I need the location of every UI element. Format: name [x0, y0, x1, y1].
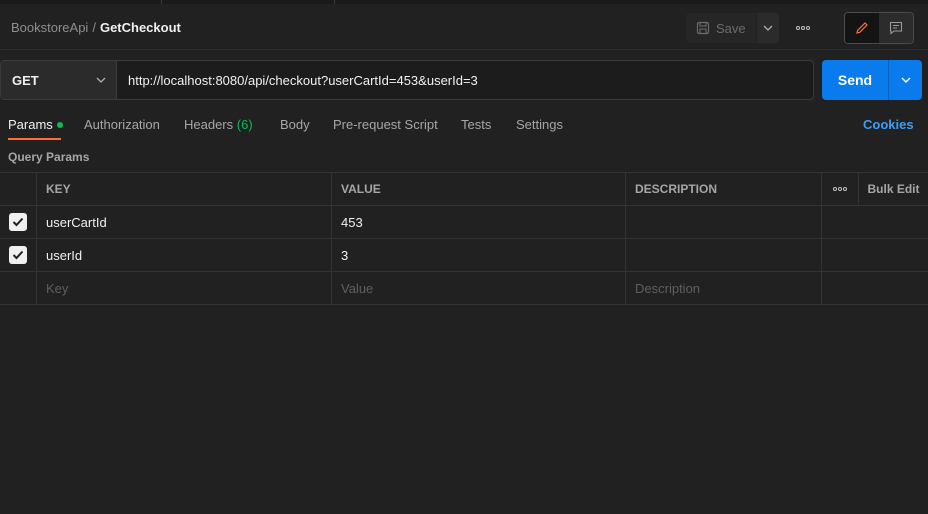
breadcrumb-separator: / — [92, 20, 96, 35]
request-bar: GET http://localhost:8080/api/checkout?u… — [0, 60, 814, 100]
send-button-group: Send — [822, 60, 922, 100]
chevron-down-icon — [763, 25, 773, 31]
column-options-button[interactable] — [822, 173, 859, 205]
comments-button[interactable] — [879, 13, 913, 43]
table-row: userId 3 — [0, 239, 928, 272]
save-options-button[interactable] — [757, 13, 779, 43]
method-label: GET — [12, 72, 39, 88]
active-tab-indicator — [8, 138, 61, 140]
param-value[interactable]: 3 — [332, 239, 626, 271]
more-dots-icon — [796, 26, 810, 30]
params-active-dot — [56, 121, 63, 128]
table-row: userCartId 453 — [0, 206, 928, 239]
chevron-down-icon — [96, 77, 106, 83]
tab-tests[interactable]: Tests — [461, 117, 491, 132]
new-value-input[interactable]: Value — [332, 272, 626, 304]
breadcrumb: BookstoreApi / GetCheckout — [11, 20, 181, 35]
query-params-title: Query Params — [8, 150, 90, 164]
more-actions-button[interactable] — [792, 18, 814, 38]
tab-params[interactable]: Params — [8, 117, 63, 132]
save-label: Save — [716, 20, 746, 36]
tab-authorization[interactable]: Authorization — [84, 117, 160, 132]
row-checkbox[interactable] — [9, 246, 27, 264]
param-value[interactable]: 453 — [332, 206, 626, 238]
cookies-link[interactable]: Cookies — [863, 117, 914, 132]
method-select[interactable]: GET — [1, 61, 117, 99]
chevron-down-icon — [901, 77, 911, 83]
row-checkbox[interactable] — [9, 213, 27, 231]
tab-settings[interactable]: Settings — [516, 117, 563, 132]
new-description-input[interactable]: Description — [626, 272, 822, 304]
row-checkbox-cell — [0, 272, 37, 304]
request-header: BookstoreApi / GetCheckout Save — [0, 4, 928, 50]
param-key[interactable]: userCartId — [37, 206, 332, 238]
row-checkbox-cell — [0, 206, 37, 238]
send-options-button[interactable] — [889, 60, 922, 100]
param-description[interactable] — [626, 206, 822, 238]
tab-body[interactable]: Body — [280, 117, 310, 132]
tab-headers[interactable]: Headers (6) — [184, 117, 253, 132]
column-value: VALUE — [332, 173, 626, 205]
edit-mode-button[interactable] — [845, 13, 879, 43]
table-row-new: Key Value Description — [0, 272, 928, 305]
params-table: KEY VALUE DESCRIPTION Bulk Edit userCart… — [0, 172, 928, 305]
url-input[interactable]: http://localhost:8080/api/checkout?userC… — [117, 61, 813, 99]
request-tabs: Params Authorization Headers (6) Body Pr… — [0, 110, 928, 140]
more-dots-icon — [833, 187, 847, 191]
save-disk-icon — [696, 21, 710, 35]
header-checkbox-cell — [0, 173, 37, 205]
pencil-icon — [855, 21, 869, 35]
checkmark-icon — [12, 217, 24, 227]
breadcrumb-request[interactable]: GetCheckout — [100, 20, 181, 35]
comment-icon — [889, 21, 903, 35]
breadcrumb-collection[interactable]: BookstoreApi — [11, 20, 88, 35]
column-description: DESCRIPTION — [626, 173, 822, 205]
param-description[interactable] — [626, 239, 822, 271]
save-button[interactable]: Save — [686, 13, 756, 43]
tab-label: Headers — [184, 117, 234, 132]
bulk-edit-button[interactable]: Bulk Edit — [859, 173, 928, 205]
column-key: KEY — [37, 173, 332, 205]
send-button[interactable]: Send — [822, 60, 889, 100]
view-toggle — [844, 12, 914, 44]
headers-count: (6) — [236, 117, 253, 132]
param-key[interactable]: userId — [37, 239, 332, 271]
new-key-input[interactable]: Key — [37, 272, 332, 304]
tab-label: Params — [8, 117, 53, 132]
table-header-row: KEY VALUE DESCRIPTION Bulk Edit — [0, 172, 928, 206]
row-checkbox-cell — [0, 239, 37, 271]
checkmark-icon — [12, 250, 24, 260]
tab-pre-request-script[interactable]: Pre-request Script — [333, 117, 438, 132]
